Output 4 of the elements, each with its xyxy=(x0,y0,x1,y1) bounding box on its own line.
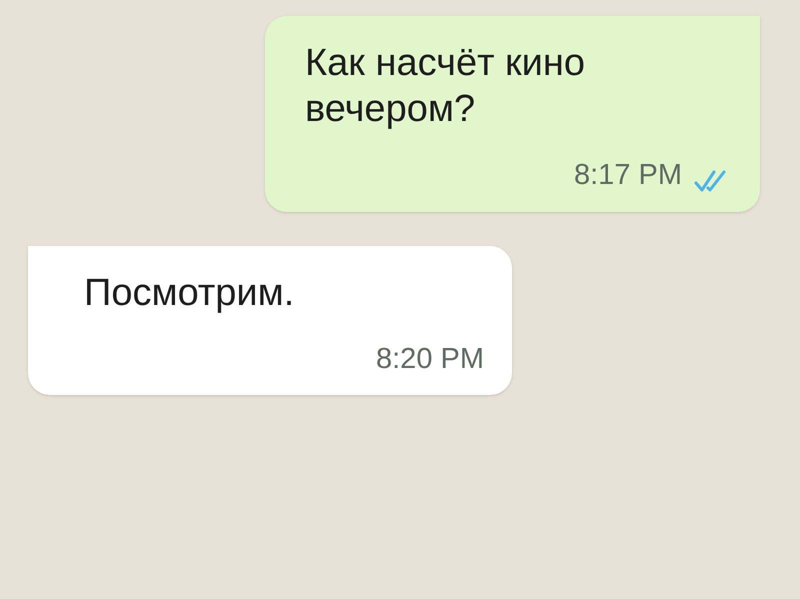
message-text: Как насчёт кино вечером? xyxy=(305,41,586,132)
message-time: 8:17 PM xyxy=(574,158,682,193)
message-time: 8:20 PM xyxy=(376,342,484,376)
message-text: Посмотрим. xyxy=(84,270,296,316)
